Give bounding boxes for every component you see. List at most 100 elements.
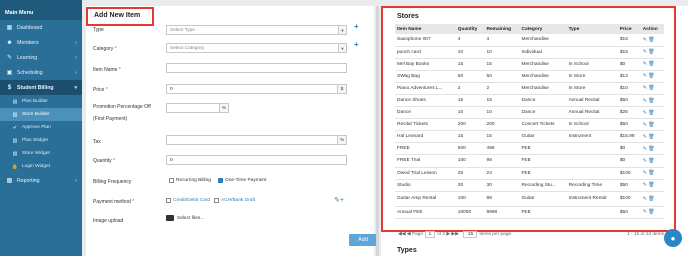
sidebar-subitem-login-widget[interactable]: 🔒 Login Widget — [0, 160, 82, 173]
table-cell: Merchandise — [519, 34, 567, 47]
sidebar-subitem-plan-widget[interactable]: ▧ Plan Widget — [0, 134, 82, 147]
sidebar-item-scheduling[interactable]: ▣ Scheduling › — [0, 65, 82, 80]
table-cell — [566, 167, 618, 180]
delete-icon[interactable]: 🗑 — [648, 158, 654, 164]
add-button[interactable]: Add — [349, 234, 377, 246]
column-header[interactable]: Remaining — [484, 24, 520, 34]
delete-icon[interactable]: 🗑 — [648, 37, 654, 43]
delete-icon[interactable]: 🗑 — [648, 182, 654, 188]
edit-icon[interactable]: ✎ — [643, 170, 647, 176]
item-name-input[interactable] — [166, 63, 347, 73]
delete-icon[interactable]: 🗑 — [648, 196, 654, 202]
edit-icon[interactable]: ✎ — [643, 61, 647, 67]
page-input[interactable]: 1 — [424, 231, 435, 238]
table-row: FREE Trial 100 98 FEE $0 ✎ 🗑 — [395, 154, 664, 168]
table-row: Dance 10 10 Dance Annual Recital $25 ✎ 🗑 — [395, 106, 664, 120]
quantity-input[interactable]: 0 — [166, 155, 347, 165]
edit-icon[interactable]: ✎ — [643, 73, 647, 79]
table-cell: 10 — [455, 106, 485, 120]
sidebar-subitem-store-widget[interactable]: ▨ Store Widget — [0, 147, 82, 160]
edit-icon[interactable]: ✎ — [643, 146, 647, 152]
chevron-icon: › — [75, 177, 77, 184]
add-type-button[interactable]: + — [354, 22, 359, 31]
category-label: Category * — [93, 46, 117, 52]
table-cell: 15 — [455, 130, 485, 144]
edit-add-payment-icon[interactable]: ✎+ — [334, 196, 344, 204]
edit-icon[interactable]: ✎ — [643, 196, 647, 202]
table-row: Owed Trial Lesson 25 24 FEE $100 ✎ 🗑 — [395, 167, 664, 180]
delete-icon[interactable]: 🗑 — [648, 146, 654, 152]
table-cell: 100 — [455, 154, 485, 168]
chat-icon[interactable]: ● — [664, 229, 682, 247]
edit-icon[interactable]: ✎ — [643, 37, 647, 43]
table-cell: $50 — [617, 179, 641, 192]
edit-icon[interactable]: ✎ — [643, 110, 647, 116]
table-cell: punch card — [395, 46, 456, 59]
prev-page-button[interactable]: ◀ — [407, 232, 411, 237]
edit-icon[interactable]: ✎ — [643, 98, 647, 104]
sidebar-item-student-billing[interactable]: $ Student Billing ▾ — [0, 80, 82, 95]
one-time-payment-checkbox[interactable]: One-Time Payment — [218, 178, 266, 183]
delete-icon[interactable]: 🗑 — [648, 110, 654, 116]
reporting-icon: ▩ — [6, 178, 13, 184]
edit-icon[interactable]: ✎ — [643, 85, 647, 91]
column-header[interactable]: Item Name — [395, 24, 456, 34]
table-cell: 15 — [455, 58, 485, 71]
delete-icon[interactable]: 🗑 — [648, 134, 654, 140]
select-files-button[interactable]: Select files... — [166, 215, 204, 221]
first-page-button[interactable]: ◀◀ — [398, 232, 405, 237]
sidebar-subitem-approve-plan[interactable]: ✔ Approve Plan — [0, 121, 82, 134]
add-category-button[interactable]: + — [354, 40, 359, 49]
delete-icon[interactable]: 🗑 — [648, 85, 654, 91]
sidebar-item-dashboard[interactable]: ▦ Dashboard — [0, 20, 82, 35]
scrollbar[interactable] — [376, 6, 379, 256]
sidebar-subitem-store-builder[interactable]: ▥ Store Builder — [0, 108, 82, 121]
edit-icon[interactable]: ✎ — [643, 158, 647, 164]
ach-checkbox[interactable]: ACH/Bank Draft — [214, 198, 255, 203]
table-row: Hal Leonard 15 15 Guitar Instrument $15.99 ✎ 🗑 — [395, 130, 664, 144]
per-page-select[interactable]: 15 — [463, 231, 478, 238]
delete-icon[interactable]: 🗑 — [648, 49, 654, 55]
column-header[interactable]: Action — [640, 24, 664, 34]
table-cell: $15 — [617, 46, 641, 59]
column-header[interactable]: Price — [617, 24, 641, 34]
price-input[interactable]: 0 $ — [166, 84, 347, 94]
sidebar-item-reporting[interactable]: ▩ Reporting › — [0, 173, 82, 188]
type-select[interactable]: Select Type ▼ — [166, 25, 347, 35]
delete-icon[interactable]: 🗑 — [648, 209, 654, 215]
chevron-icon: › — [75, 54, 77, 61]
delete-icon[interactable]: 🗑 — [648, 61, 654, 67]
sidebar-item-members[interactable]: ☻ Members › — [0, 35, 82, 50]
row-actions: ✎ 🗑 — [640, 34, 664, 47]
delete-icon[interactable]: 🗑 — [648, 98, 654, 104]
row-actions: ✎ 🗑 — [640, 154, 664, 168]
tax-input[interactable]: % — [166, 135, 347, 145]
edit-icon[interactable]: ✎ — [643, 122, 647, 128]
promo-input[interactable]: % — [166, 103, 229, 113]
column-header[interactable]: Type — [566, 24, 618, 34]
delete-icon[interactable]: 🗑 — [648, 122, 654, 128]
delete-icon[interactable]: 🗑 — [648, 73, 654, 79]
category-select[interactable]: Select Category ▼ — [166, 43, 347, 53]
last-page-button[interactable]: ▶▶ — [451, 232, 458, 237]
sidebar-subitem-plan-builder[interactable]: ▤ Plan Builder — [0, 95, 82, 108]
chevron-icon: › — [75, 39, 77, 46]
delete-icon[interactable]: 🗑 — [648, 170, 654, 176]
table-cell: 500 — [455, 142, 485, 156]
edit-icon[interactable]: ✎ — [643, 49, 647, 55]
edit-icon[interactable]: ✎ — [643, 209, 647, 215]
pagination: ◀◀ ◀ Page 1 of 2 ▶ ▶▶ 15 items per page … — [398, 230, 664, 239]
column-header[interactable]: Category — [519, 24, 567, 34]
credit-card-checkbox[interactable]: Credit/Debit Card — [166, 198, 210, 203]
table-cell: Merchandise — [519, 58, 567, 71]
edit-icon[interactable]: ✎ — [643, 182, 647, 188]
table-cell: $10 — [617, 82, 641, 95]
table-cell: $25 — [617, 106, 641, 120]
table-row: Piano Adventures L... 2 2 Merchandise In Sto… — [395, 82, 664, 95]
sidebar-item-learning[interactable]: ✎ Learning › — [0, 50, 82, 65]
recurring-billing-checkbox[interactable]: Recurring Billing — [169, 178, 211, 183]
next-page-button[interactable]: ▶ — [446, 232, 450, 237]
column-header[interactable]: Quantity — [455, 24, 485, 34]
edit-icon[interactable]: ✎ — [643, 134, 647, 140]
row-actions: ✎ 🗑 — [640, 191, 664, 207]
